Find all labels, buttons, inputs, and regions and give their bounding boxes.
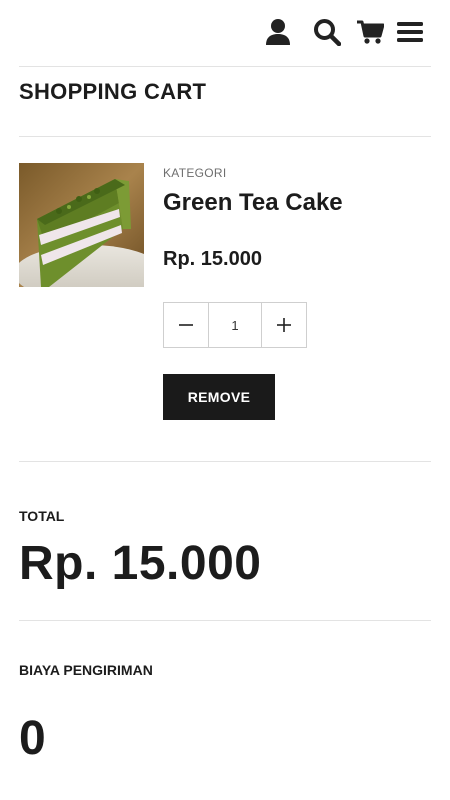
quantity-stepper: 1 [163,302,307,348]
remove-button[interactable]: REMOVE [163,374,275,420]
quantity-value[interactable]: 1 [208,303,262,347]
total-label: TOTAL [19,508,65,524]
divider [19,136,431,137]
decrease-quantity-button[interactable] [164,303,208,347]
plus-icon [276,318,291,332]
increase-quantity-button[interactable] [262,303,306,347]
user-icon[interactable] [262,15,294,49]
shipping-cost-value: 0 [19,712,46,765]
product-name: Green Tea Cake [163,189,343,216]
top-navigation-bar [0,0,450,66]
divider [19,66,431,67]
product-category: KATEGORI [163,166,227,180]
product-price: Rp. 15.000 [163,248,262,270]
shipping-cost-label: BIAYA PENGIRIMAN [19,662,153,678]
total-value: Rp. 15.000 [19,537,262,590]
search-icon[interactable] [311,15,343,49]
product-image [19,163,144,287]
minus-icon [179,324,194,326]
page-title: SHOPPING CART [19,79,207,104]
menu-icon[interactable] [394,15,426,49]
divider [19,461,431,462]
shopping-cart-page: SHOPPING CART KATEGORI Green Tea Cake Rp… [0,0,450,800]
divider [19,620,431,621]
cart-icon[interactable] [354,15,386,49]
